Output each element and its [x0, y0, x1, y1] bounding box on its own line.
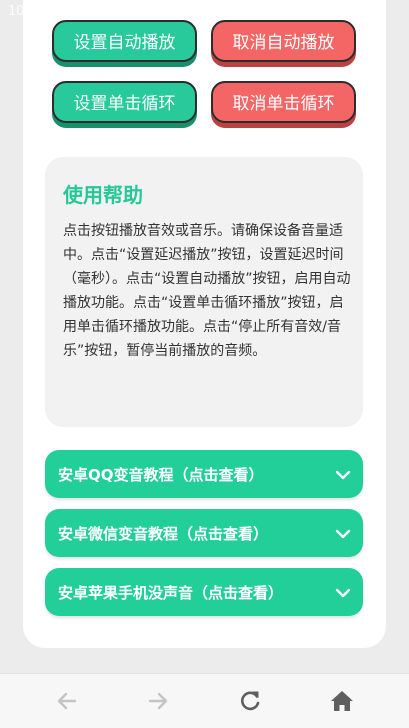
- accordion-qq-tutorial[interactable]: 安卓QQ变音教程（点击查看）: [45, 450, 363, 498]
- refresh-icon[interactable]: [237, 688, 263, 714]
- bottom-nav-bar: [0, 673, 409, 728]
- accordion-label: 安卓苹果手机没声音（点击查看）: [58, 584, 284, 602]
- help-title: 使用帮助: [63, 183, 143, 207]
- set-auto-play-button[interactable]: 设置自动播放: [52, 20, 197, 62]
- accordion-wechat-tutorial[interactable]: 安卓微信变音教程（点击查看）: [45, 509, 363, 557]
- forward-arrow-icon[interactable]: [145, 688, 171, 714]
- cancel-click-loop-button[interactable]: 取消单击循环: [211, 81, 356, 123]
- cancel-auto-play-button[interactable]: 取消自动播放: [211, 20, 356, 62]
- help-body: 点击按钮播放音效或音乐。请确保设备音量适中。点击“设置延迟播放”按钮，设置延迟时…: [63, 223, 351, 359]
- accordion-label: 安卓QQ变音教程（点击查看）: [58, 466, 264, 484]
- home-icon[interactable]: [329, 688, 355, 714]
- chevron-down-icon: [335, 526, 351, 545]
- accordion-no-sound[interactable]: 安卓苹果手机没声音（点击查看）: [45, 568, 363, 616]
- back-arrow-icon[interactable]: [54, 688, 80, 714]
- set-click-loop-button[interactable]: 设置单击循环: [52, 81, 197, 123]
- help-panel: 使用帮助 点击按钮播放音效或音乐。请确保设备音量适中。点击“设置延迟播放”按钮，…: [45, 157, 363, 427]
- accordion-label: 安卓微信变音教程（点击查看）: [58, 525, 269, 543]
- chevron-down-icon: [335, 585, 351, 604]
- chevron-down-icon: [335, 467, 351, 486]
